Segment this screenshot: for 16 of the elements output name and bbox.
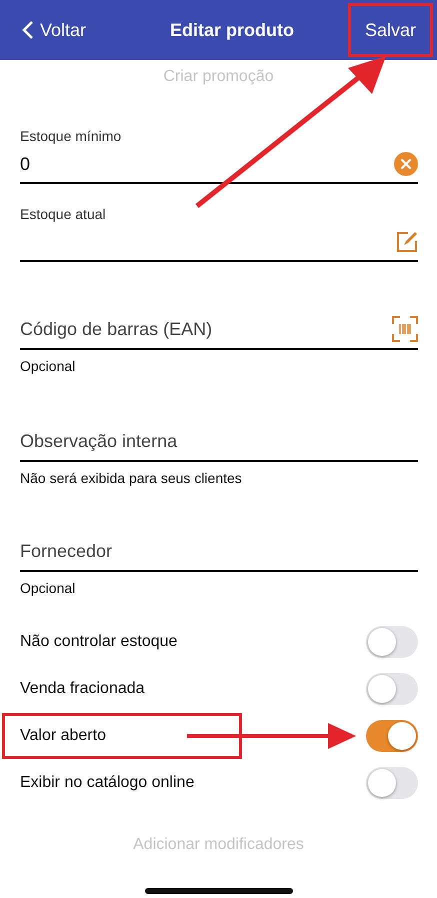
input-field[interactable]: Código de barras (EAN) [20,314,418,350]
back-button[interactable]: Voltar [22,20,86,40]
toggle-label: Exibir no catálogo online [20,774,194,792]
input-field[interactable]: Observação interna [20,426,418,462]
field-label: Estoque mínimo [20,128,122,144]
toggle-label: Não controlar estoque [20,632,178,650]
screen-title: Editar produto [170,20,294,40]
toggle-label: Venda fracionada [20,680,145,698]
highlighted-label: Valor aberto [2,712,242,758]
field-label: Estoque atual [20,206,107,222]
save-button[interactable]: Salvar [348,3,433,57]
field-hint: Opcional [20,580,76,596]
field-hint: Não será exibida para seus clientes [20,470,243,486]
input-field[interactable]: Fornecedor [20,536,418,572]
field-hint: Opcional [20,358,76,374]
input-field[interactable]: 0 [20,150,418,184]
